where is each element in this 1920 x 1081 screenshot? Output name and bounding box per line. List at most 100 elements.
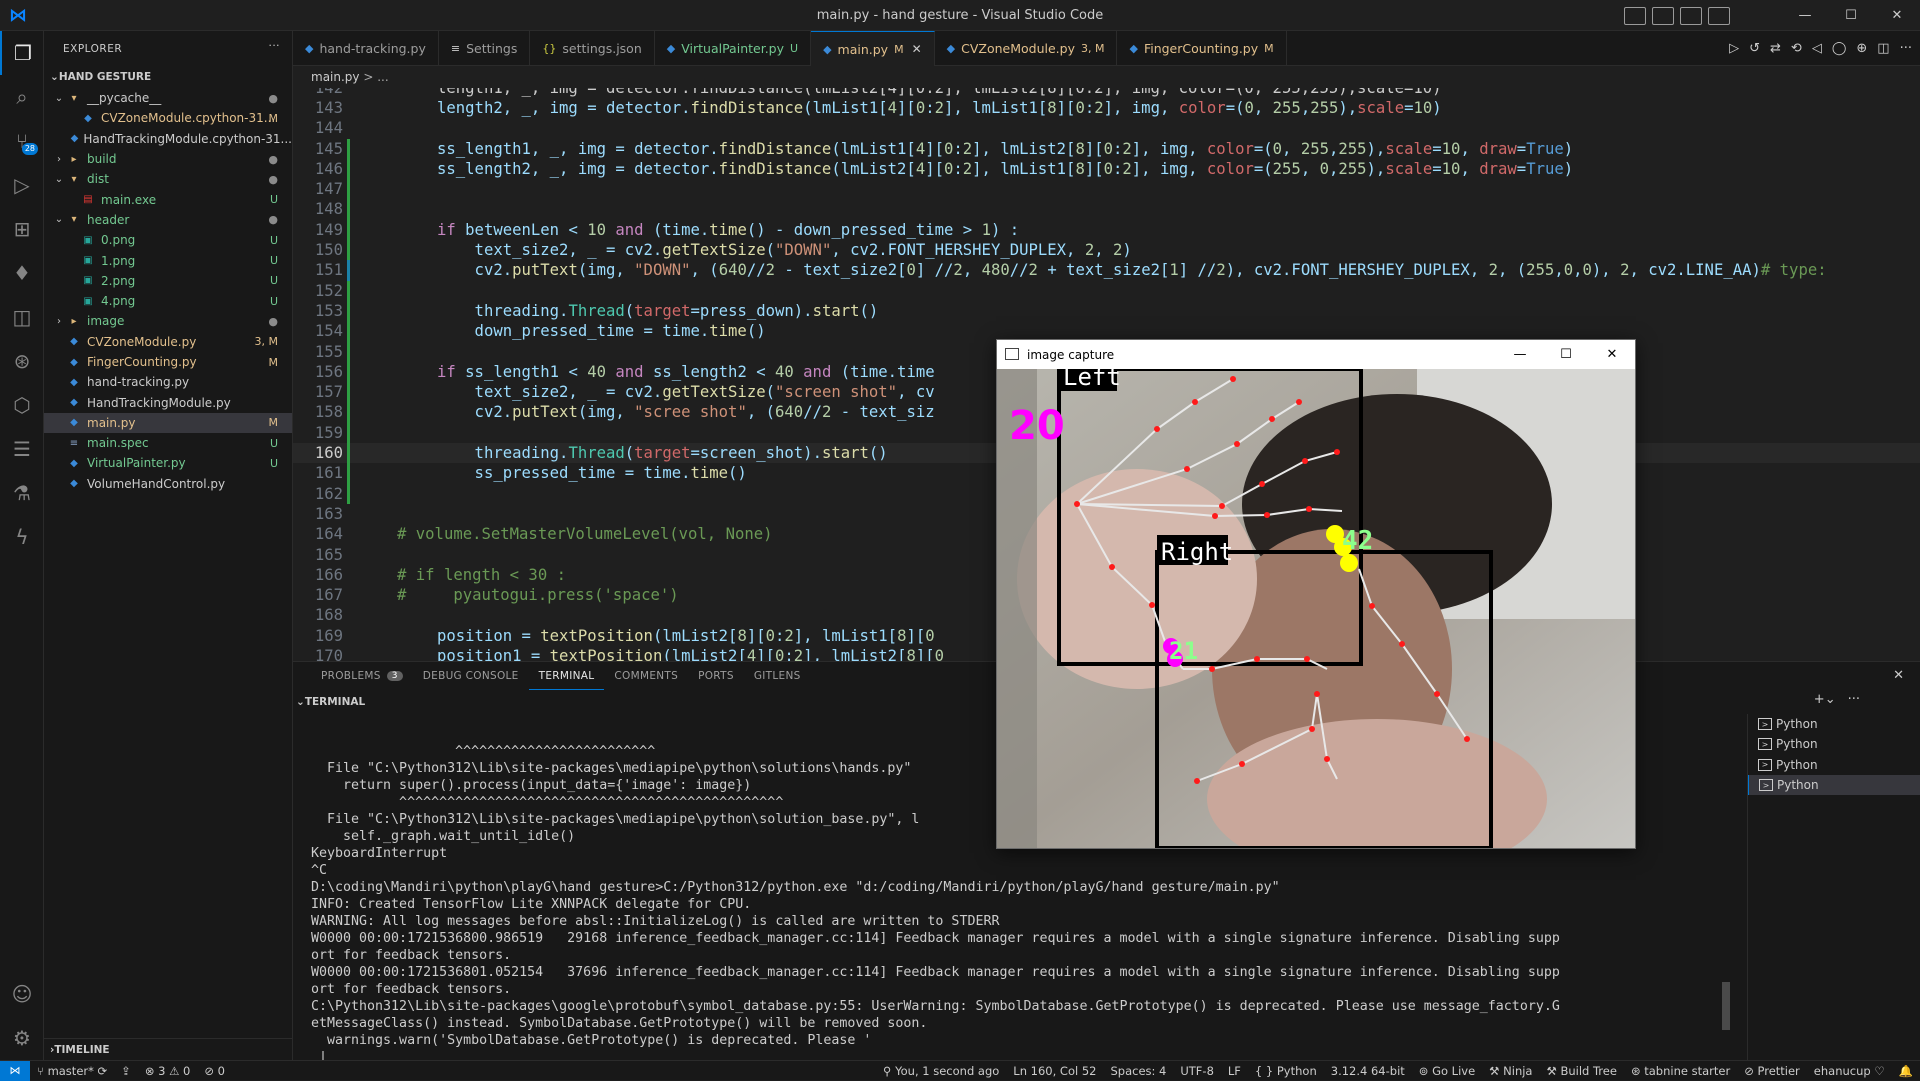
tree-item-fingercounting-py[interactable]: ◆FingerCounting.pyM	[44, 352, 292, 372]
toggle-panel-icon[interactable]	[1652, 7, 1674, 25]
maximize-button[interactable]: ☐	[1828, 0, 1874, 31]
tree-item-1-png[interactable]: ▣1.pngU	[44, 250, 292, 270]
blame-indicator[interactable]: ⚲ You, 1 second ago	[876, 1064, 1006, 1078]
split-editor-icon[interactable]: ◫	[1877, 41, 1889, 56]
tree-item--pycache-[interactable]: ⌄▾__pycache__●	[44, 88, 292, 108]
tab-fingercounting-py[interactable]: ◆FingerCounting.pyM	[1117, 31, 1286, 66]
tree-item-volumehandcontrol-py[interactable]: ◆VolumeHandControl.py	[44, 474, 292, 494]
terminal-scrollbar[interactable]	[1722, 982, 1730, 1030]
encoding[interactable]: UTF-8	[1173, 1064, 1221, 1078]
mongodb-icon[interactable]: ♦	[0, 251, 44, 295]
panel-tab-problems[interactable]: PROBLEMS3	[311, 662, 413, 690]
close-button[interactable]: ✕	[1874, 0, 1920, 31]
tree-item-cvzonemodule-cpython-31-[interactable]: ◆CVZoneModule.cpython-31...M	[44, 108, 292, 128]
chevron-down-icon[interactable]: ⌄	[296, 696, 305, 708]
terminal-instance[interactable]: >Python	[1748, 714, 1920, 734]
remote-explorer-icon[interactable]: ◫	[0, 295, 44, 339]
tree-item-handtrackingmodule-py[interactable]: ◆HandTrackingModule.py	[44, 392, 292, 412]
gitlens-icon[interactable]: ⊛	[0, 339, 44, 383]
panel-tab-comments[interactable]: COMMENTS	[604, 662, 688, 690]
extensions-icon[interactable]: ⊞	[0, 207, 44, 251]
manage-gear-icon[interactable]: ⚙	[0, 1016, 44, 1060]
toggle-sidebar-icon[interactable]	[1624, 7, 1646, 25]
tree-item-main-py[interactable]: ◆main.pyM	[44, 413, 292, 433]
tree-item-hand-tracking-py[interactable]: ◆hand-tracking.py	[44, 372, 292, 392]
tree-item-4-png[interactable]: ▣4.pngU	[44, 291, 292, 311]
capture-titlebar[interactable]: image capture — ☐ ✕	[997, 340, 1635, 369]
editor-more-icon[interactable]: ···	[1900, 41, 1912, 56]
breadcrumb-file[interactable]: main.py	[311, 70, 360, 84]
source-control-icon[interactable]: ⑂28	[0, 119, 44, 163]
user-indicator[interactable]: ehanucup ♡	[1807, 1064, 1892, 1078]
more-actions-icon[interactable]: ···	[268, 40, 280, 52]
capture-close-button[interactable]: ✕	[1589, 340, 1635, 369]
build-tree-button[interactable]: ⚒ Build Tree	[1539, 1064, 1623, 1078]
minimize-button[interactable]: —	[1782, 0, 1828, 31]
end-of-line[interactable]: LF	[1221, 1064, 1248, 1078]
compare-icon[interactable]: ⇄	[1770, 41, 1781, 56]
tree-item-virtualpainter-py[interactable]: ◆VirtualPainter.pyU	[44, 453, 292, 473]
testing-icon[interactable]: ⚗	[0, 471, 44, 515]
history-icon[interactable]: ↺	[1749, 41, 1760, 56]
tree-item-build[interactable]: ›▸build●	[44, 149, 292, 169]
cursor-position[interactable]: Ln 160, Col 52	[1006, 1064, 1103, 1078]
vscode-logo-icon[interactable]: ⋈	[0, 0, 36, 31]
tree-item-image[interactable]: ›▸image●	[44, 311, 292, 331]
tab-settings[interactable]: ≡Settings	[439, 31, 531, 66]
customize-layout-icon[interactable]	[1708, 7, 1730, 25]
prettier-indicator[interactable]: ⊘ Prettier	[1737, 1064, 1807, 1078]
explorer-icon[interactable]: ❐	[0, 31, 44, 75]
terminal-instance[interactable]: >Python	[1748, 755, 1920, 775]
panel-tab-gitlens[interactable]: GITLENS	[744, 662, 811, 690]
panel-tab-terminal[interactable]: TERMINAL	[529, 662, 605, 690]
notifications-bell-icon[interactable]: 🔔	[1892, 1064, 1920, 1078]
python-interpreter[interactable]: 3.12.4 64-bit	[1324, 1064, 1412, 1078]
terminal-instance[interactable]: >Python	[1748, 775, 1920, 795]
panel-tab-debug-console[interactable]: DEBUG CONSOLE	[413, 662, 529, 690]
terminal-instance[interactable]: >Python	[1748, 734, 1920, 754]
tree-item-0-png[interactable]: ▣0.pngU	[44, 230, 292, 250]
tab-main-py[interactable]: ◆main.pyM✕	[811, 31, 935, 66]
tab-hand-tracking-py[interactable]: ◆hand-tracking.py	[293, 31, 439, 66]
new-terminal-icon[interactable]: +⌄	[1814, 692, 1836, 707]
search-icon[interactable]: ⌕	[0, 75, 44, 119]
timeline-section[interactable]: › TIMELINE	[44, 1038, 293, 1060]
problems-indicator[interactable]: ⊗ 3 ⚠ 0	[138, 1064, 198, 1078]
capture-maximize-button[interactable]: ☐	[1543, 340, 1589, 369]
close-panel-icon[interactable]: ✕	[1893, 668, 1904, 683]
publish-icon[interactable]: ⇪	[114, 1064, 138, 1078]
tree-item-handtrackingmodule-cpython-31-[interactable]: ◆HandTrackingModule.cpython-31...	[44, 129, 292, 149]
account-icon[interactable]: ☺	[0, 972, 44, 1016]
remote-indicator-icon[interactable]: ⋈	[0, 1061, 30, 1081]
workspace-folder[interactable]: ⌄ HAND GESTURE	[44, 66, 292, 88]
tree-item-2-png[interactable]: ▣2.pngU	[44, 271, 292, 291]
branch-indicator[interactable]: ⑂ master* ⟳	[30, 1064, 114, 1078]
ninja-indicator[interactable]: ⚒ Ninja	[1482, 1064, 1539, 1078]
tree-item-header[interactable]: ⌄▾header●	[44, 210, 292, 230]
toggle-secondary-sidebar-icon[interactable]	[1680, 7, 1702, 25]
go-live-button[interactable]: ⊚ Go Live	[1412, 1064, 1482, 1078]
tree-item-main-exe[interactable]: ▤main.exeU	[44, 189, 292, 209]
next-change-icon[interactable]: ◯	[1832, 41, 1847, 56]
terminal-more-icon[interactable]: ···	[1848, 692, 1860, 707]
capture-minimize-button[interactable]: —	[1497, 340, 1543, 369]
prev-change-icon[interactable]: ◁	[1812, 41, 1822, 56]
run-debug-icon[interactable]: ▷	[0, 163, 44, 207]
outline-icon[interactable]: ☰	[0, 427, 44, 471]
ports-indicator[interactable]: ⊘ 0	[197, 1064, 232, 1078]
run-file-icon[interactable]: ▷	[1729, 41, 1739, 56]
breadcrumb-rest[interactable]: ...	[377, 70, 388, 84]
tree-item-dist[interactable]: ⌄▾dist●	[44, 169, 292, 189]
revert-icon[interactable]: ⟲	[1791, 41, 1802, 56]
tabnine-indicator[interactable]: ⊛ tabnine starter	[1624, 1064, 1737, 1078]
toggle-blame-icon[interactable]: ⊕	[1856, 41, 1867, 56]
thunder-client-icon[interactable]: ϟ	[0, 515, 44, 559]
tree-item-cvzonemodule-py[interactable]: ◆CVZoneModule.py3, M	[44, 332, 292, 352]
tree-item-main-spec[interactable]: ≡main.specU	[44, 433, 292, 453]
docker-icon[interactable]: ⬡	[0, 383, 44, 427]
tab-virtualpainter-py[interactable]: ◆VirtualPainter.pyU	[655, 31, 811, 66]
tab-settings-json[interactable]: {}settings.json	[530, 31, 654, 66]
language-mode[interactable]: { } Python	[1248, 1064, 1324, 1078]
indentation[interactable]: Spaces: 4	[1103, 1064, 1173, 1078]
tab-cvzonemodule-py[interactable]: ◆CVZoneModule.py3, M	[935, 31, 1118, 66]
